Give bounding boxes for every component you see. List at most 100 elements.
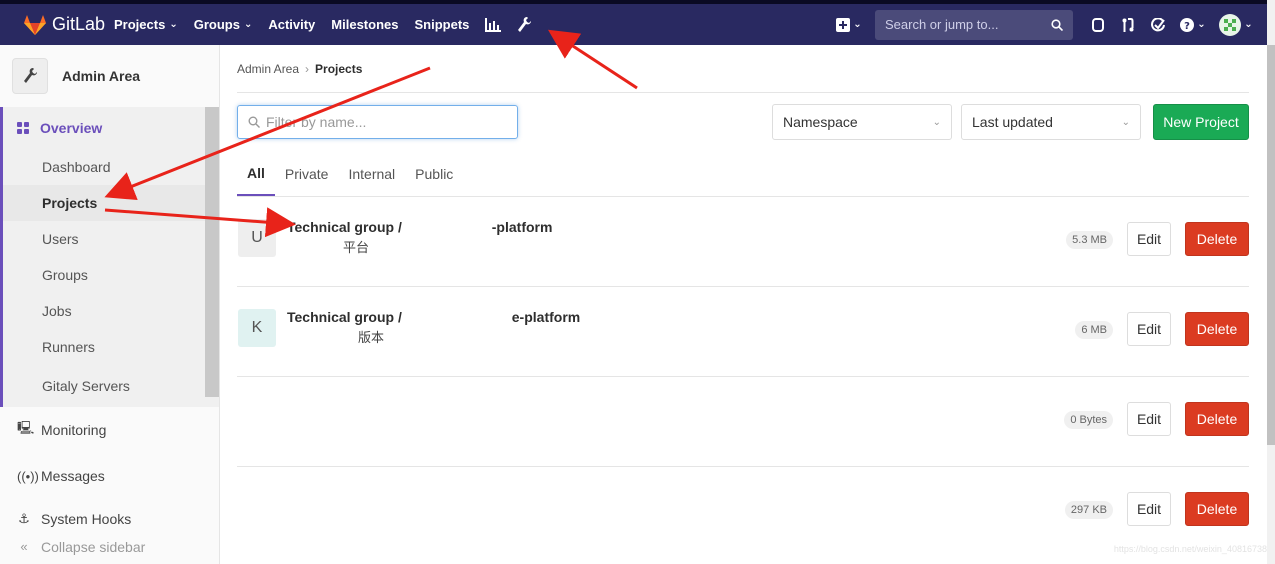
sidebar-item-label: System Hooks [41, 511, 132, 527]
edit-button[interactable]: Edit [1127, 402, 1171, 436]
filter-by-name-input[interactable]: Filter by name... [237, 105, 518, 139]
sidebar-item-runners[interactable]: Runners [3, 329, 219, 365]
breadcrumb-separator-icon: › [305, 61, 310, 76]
chevron-down-icon: ⌄ [243, 19, 253, 30]
project-description: 版本 [358, 330, 385, 345]
project-description: 平台 [343, 240, 370, 255]
grid-icon [17, 121, 29, 134]
monitor-icon: 🖳 [17, 420, 35, 435]
delete-button[interactable]: Delete [1185, 222, 1249, 256]
chevron-down-icon: ⌄ [932, 116, 941, 128]
sort-label: Last updated [972, 114, 1053, 130]
project-row: 0 Bytes Edit Delete [237, 377, 1249, 467]
search-placeholder: Search or jump to... [885, 17, 999, 32]
edit-button[interactable]: Edit [1127, 312, 1171, 346]
user-avatar[interactable]: ⌄ [1213, 13, 1259, 36]
project-row: U Technical group / -platform 平台 5.3 MB … [237, 197, 1249, 287]
sidebar-item-jobs[interactable]: Jobs [3, 293, 219, 329]
nav-snippets[interactable]: Snippets [414, 17, 469, 32]
wrench-icon [12, 58, 48, 94]
chevron-down-icon: ⌄ [1197, 19, 1206, 30]
delete-button[interactable]: Delete [1185, 312, 1249, 346]
nav-milestones[interactable]: Milestones [331, 17, 398, 32]
collapse-sidebar-button[interactable]: « Collapse sidebar [0, 539, 219, 559]
nav-activity[interactable]: Activity [268, 17, 315, 32]
todo-icon[interactable] [1143, 17, 1173, 32]
tab-internal[interactable]: Internal [338, 151, 405, 196]
gitlab-logo[interactable]: GitLab [24, 14, 114, 35]
filters-bar: Filter by name... Namespace ⌄ Last updat… [237, 93, 1249, 151]
svg-text:?: ? [1184, 21, 1190, 32]
edit-button[interactable]: Edit [1127, 222, 1171, 256]
sidebar-item-label: Monitoring [41, 422, 107, 438]
project-size-badge: 297 KB [1064, 501, 1113, 519]
sidebar-item-system-hooks[interactable]: ⚓ System Hooks [0, 499, 219, 539]
sidebar-title: Admin Area [62, 68, 141, 84]
plus-square-icon[interactable]: ⌄ [829, 17, 869, 32]
sidebar-item-overview[interactable]: Overview [3, 107, 219, 149]
delete-button[interactable]: Delete [1185, 492, 1249, 526]
logo-text: GitLab [52, 14, 106, 34]
admin-wrench-icon[interactable] [517, 16, 532, 33]
broadcast-icon: ((•)) [17, 468, 39, 484]
chevron-down-icon: ⌄ [1121, 116, 1130, 128]
search-icon [1051, 18, 1063, 31]
sidebar-scrollbar[interactable] [205, 107, 219, 397]
sidebar: Admin Area Overview Dashboard Projects U… [0, 45, 220, 564]
collapse-label: Collapse sidebar [41, 539, 146, 555]
hook-icon: ⚓ [18, 511, 30, 526]
sidebar-item-gitaly-servers[interactable]: Gitaly Servers [3, 365, 219, 407]
chart-icon[interactable] [485, 17, 502, 32]
tab-all[interactable]: All [237, 151, 275, 196]
project-name-link[interactable]: Technical group / e-platform [287, 309, 580, 325]
project-size-badge: 5.3 MB [1066, 231, 1113, 249]
sidebar-item-users[interactable]: Users [3, 221, 219, 257]
tanuki-icon [24, 14, 46, 35]
watermark-text: https://blog.csdn.net/weixin_40816738 [1113, 544, 1267, 554]
project-row: 297 KB Edit Delete [237, 467, 1249, 557]
page-scrollbar[interactable] [1267, 0, 1275, 564]
sidebar-section-label: Overview [40, 120, 103, 136]
sidebar-item-messages[interactable]: ((•)) Messages [0, 453, 219, 499]
nav-groups[interactable]: Groups ⌄ [194, 17, 253, 32]
sidebar-item-groups[interactable]: Groups [3, 257, 219, 293]
breadcrumb-current[interactable]: Projects [315, 62, 362, 76]
chevron-down-icon: ⌄ [169, 19, 178, 30]
help-icon[interactable]: ? ⌄ [1173, 17, 1213, 32]
project-size-badge: 6 MB [1075, 321, 1113, 339]
chevron-down-icon: ⌄ [1244, 19, 1253, 30]
top-navbar: GitLab Projects ⌄ Groups ⌄ Activity Milest… [0, 0, 1275, 45]
project-row: K Technical group / e-platform 版本 6 MB E… [237, 287, 1249, 377]
issues-icon[interactable] [1083, 17, 1113, 32]
search-input[interactable]: Search or jump to... [875, 9, 1073, 40]
collapse-icon: « [20, 539, 28, 554]
main-content: Admin Area › Projects Filter by name... … [237, 45, 1249, 557]
new-project-button[interactable]: New Project [1153, 104, 1249, 140]
breadcrumb-admin-area[interactable]: Admin Area [237, 62, 299, 76]
sidebar-header[interactable]: Admin Area [0, 45, 219, 107]
merge-request-icon[interactable] [1113, 17, 1143, 32]
namespace-select[interactable]: Namespace ⌄ [772, 104, 952, 140]
search-icon [248, 116, 260, 128]
project-avatar[interactable]: U [238, 219, 276, 257]
sidebar-item-dashboard[interactable]: Dashboard [3, 149, 219, 185]
project-size-badge: 0 Bytes [1064, 411, 1113, 429]
project-name-link[interactable]: Technical group / -platform [287, 219, 552, 235]
sort-select[interactable]: Last updated ⌄ [961, 104, 1141, 140]
sidebar-item-monitoring[interactable]: 🖳 Monitoring [0, 407, 219, 453]
scrollbar-thumb[interactable] [1267, 45, 1275, 445]
delete-button[interactable]: Delete [1185, 402, 1249, 436]
visibility-tabs: All Private Internal Public [237, 151, 1249, 197]
sidebar-item-projects[interactable]: Projects [3, 185, 219, 221]
tab-public[interactable]: Public [405, 151, 463, 196]
tab-private[interactable]: Private [275, 151, 339, 196]
filter-placeholder: Filter by name... [266, 114, 367, 130]
sidebar-overview-group: Overview Dashboard Projects Users Groups… [0, 107, 219, 407]
sidebar-item-label: Messages [41, 468, 105, 484]
edit-button[interactable]: Edit [1127, 492, 1171, 526]
breadcrumb: Admin Area › Projects [237, 45, 1249, 93]
nav-projects[interactable]: Projects ⌄ [114, 17, 178, 32]
chevron-down-icon: ⌄ [853, 19, 862, 30]
namespace-label: Namespace [783, 114, 858, 130]
project-avatar[interactable]: K [238, 309, 276, 347]
